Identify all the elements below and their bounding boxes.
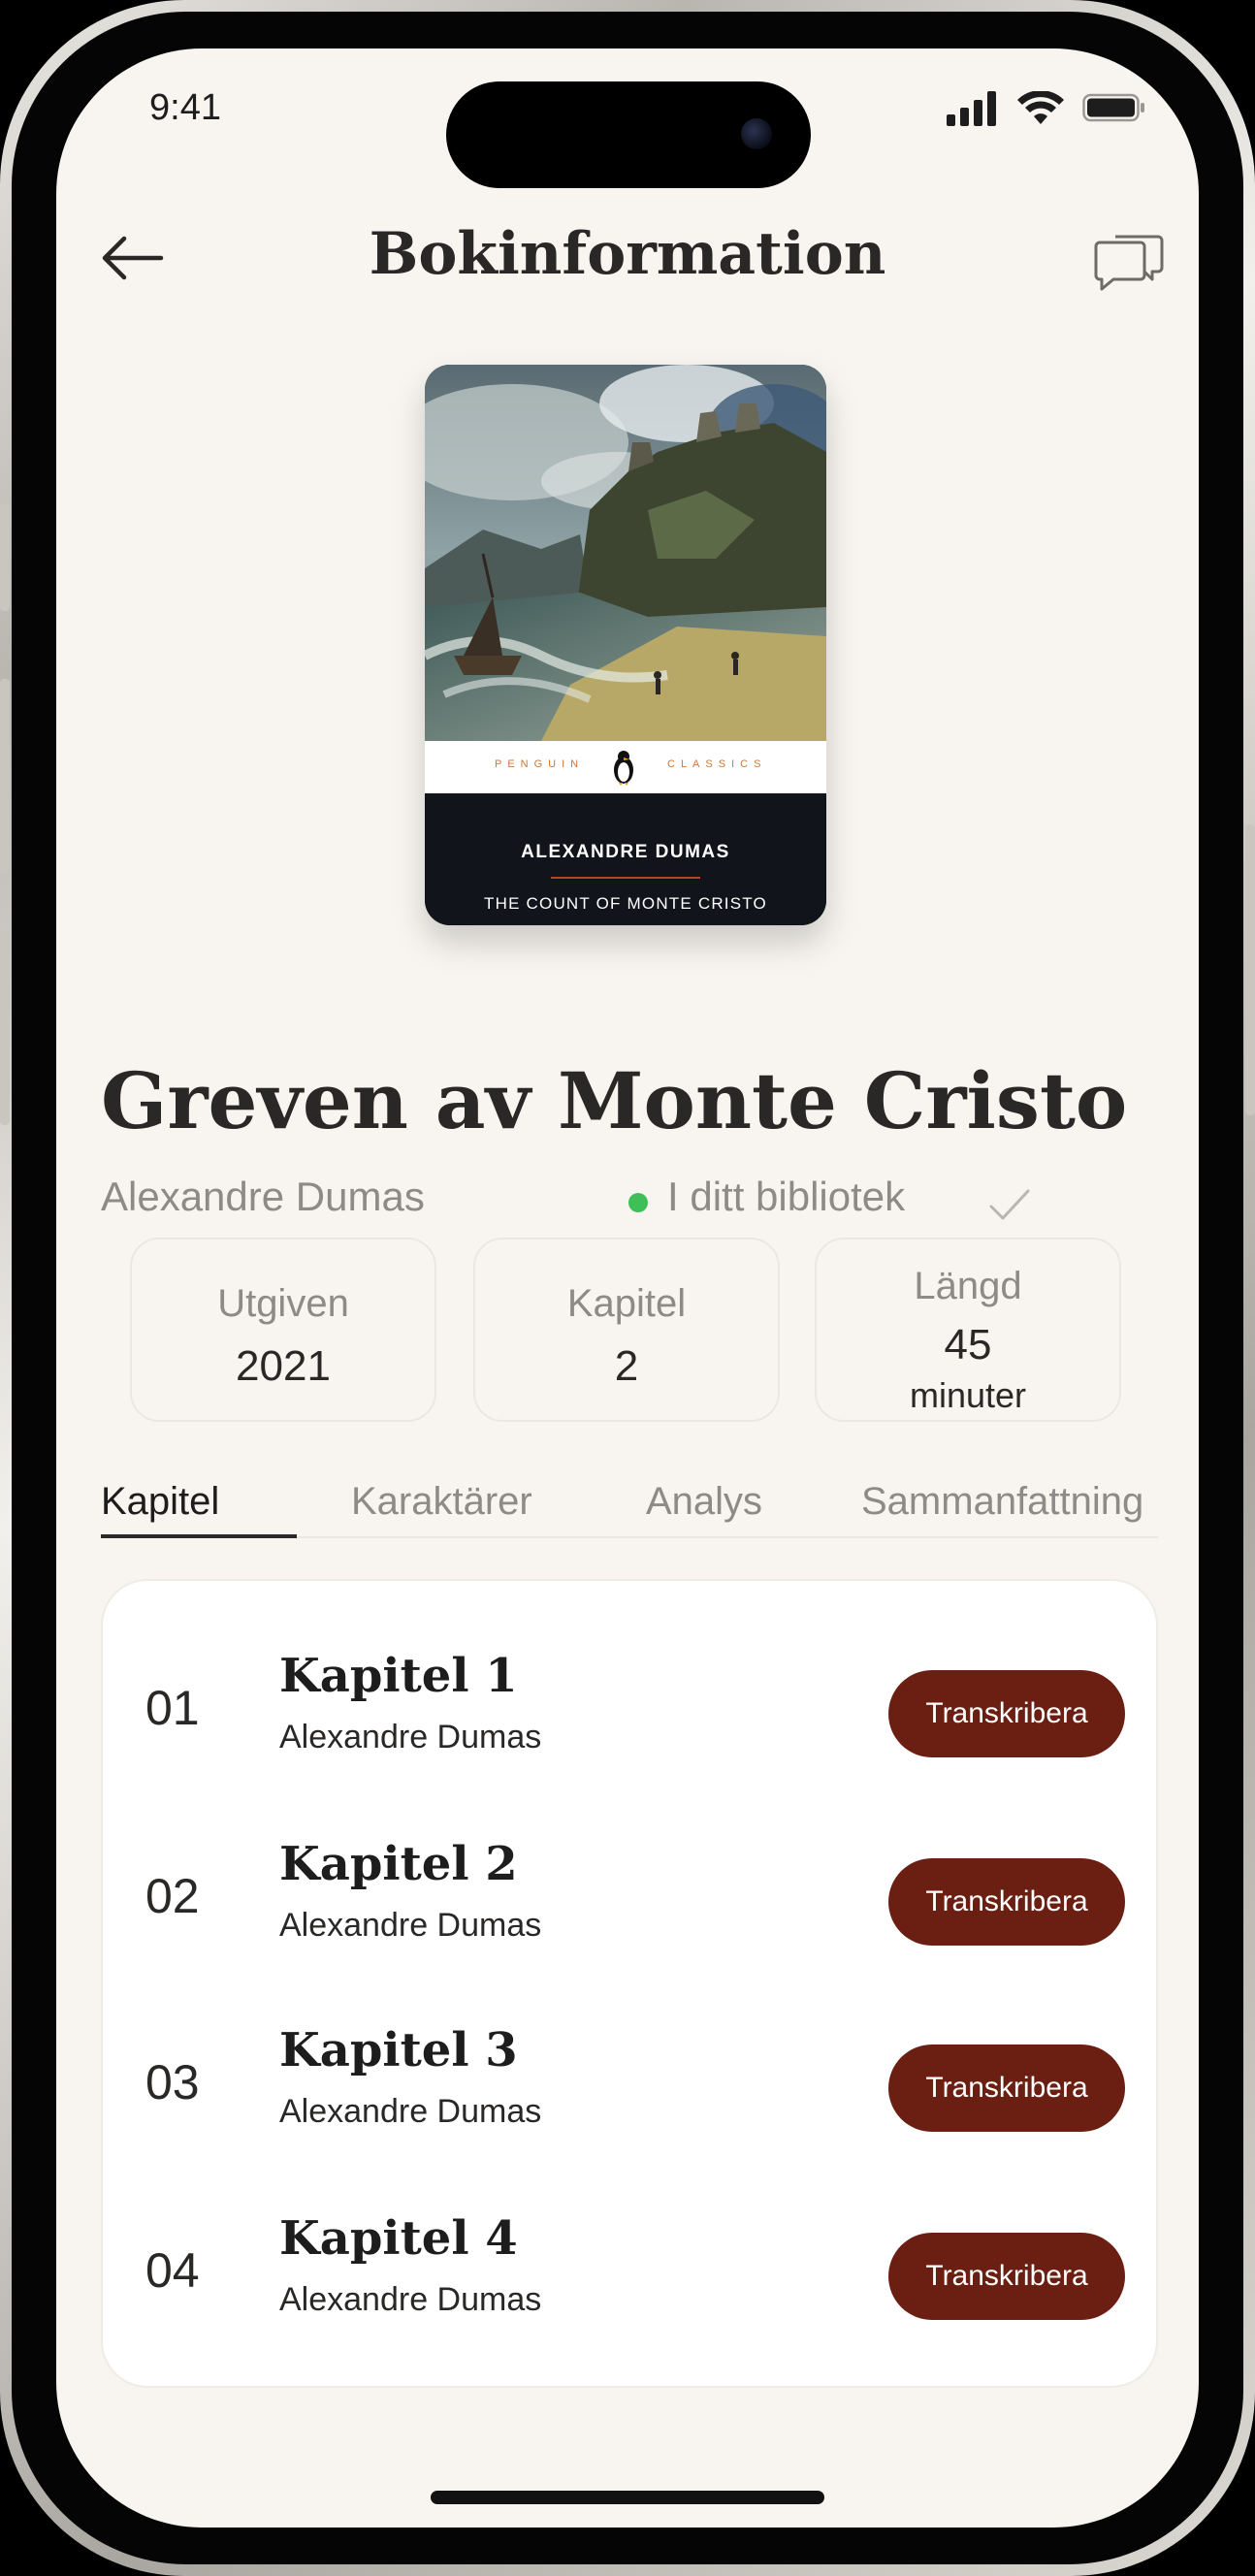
stat-value: 45 <box>944 1321 992 1368</box>
chapter-author: Alexandre Dumas <box>279 2281 542 2318</box>
dynamic-island <box>446 81 811 188</box>
stat-card-chapters: Kapitel 2 <box>473 1238 780 1422</box>
stat-unit: minuter <box>909 1375 1027 1415</box>
chapter-number: 02 <box>145 1869 200 1923</box>
status-icons <box>947 91 1150 130</box>
chapter-number: 03 <box>145 2055 200 2109</box>
stat-label: Kapitel <box>566 1282 687 1325</box>
app-screen: 9:41 Bokinformation PENGUIN CLASSICS ALE… <box>56 48 1199 2528</box>
cover-author: ALEXANDRE DUMAS <box>521 842 730 862</box>
publisher-series: CLASSICS <box>667 758 767 770</box>
book-title: Greven av Monte Cristo <box>101 1055 1128 1146</box>
chat-button[interactable] <box>1090 219 1168 297</box>
stat-value: 2021 <box>236 1342 331 1390</box>
transcribe-button[interactable]: Transkribera <box>888 1858 1125 1946</box>
transcribe-button[interactable]: Transkribera <box>888 1670 1125 1757</box>
chapter-title: Kapitel 3 <box>279 2023 518 2077</box>
chapter-list: 01 Kapitel 1 Alexandre Dumas Transkriber… <box>101 1579 1158 2388</box>
penguin-logo-icon <box>614 751 633 786</box>
book-cover[interactable]: PENGUIN CLASSICS ALEXANDRE DUMAS THE COU… <box>425 365 826 925</box>
cover-painting <box>425 365 826 741</box>
stat-label: Utgiven <box>217 1282 349 1325</box>
cover-divider <box>551 877 700 879</box>
chapter-title: Kapitel 1 <box>279 1649 518 1703</box>
status-dot-icon <box>628 1193 648 1212</box>
library-status-label: I ditt bibliotek <box>667 1174 906 1219</box>
stat-card-length: Längd 45 minuter <box>815 1238 1121 1422</box>
tab-analysis[interactable]: Analys <box>646 1466 762 1536</box>
publisher-band: PENGUIN CLASSICS <box>425 741 826 793</box>
camera-icon <box>741 118 772 149</box>
phone-side-button <box>0 504 10 611</box>
signal-icon <box>947 91 996 126</box>
stat-card-published: Utgiven 2021 <box>130 1238 436 1422</box>
transcribe-button[interactable]: Transkribera <box>888 2233 1125 2320</box>
tab-chapters[interactable]: Kapitel <box>101 1466 219 1536</box>
publisher-name: PENGUIN <box>495 758 585 770</box>
battery-icon <box>1082 93 1144 122</box>
transcribe-button[interactable]: Transkribera <box>888 2045 1125 2132</box>
tab-bar: Kapitel Karaktärer Analys Sammanfattning <box>101 1466 1158 1538</box>
phone-side-button <box>0 931 10 1125</box>
tab-characters[interactable]: Karaktärer <box>351 1466 532 1536</box>
phone-side-button <box>1245 824 1255 1115</box>
chapter-author: Alexandre Dumas <box>279 1719 542 1755</box>
tab-summary[interactable]: Sammanfattning <box>861 1466 1143 1536</box>
library-status: I ditt bibliotek <box>628 1174 1046 1228</box>
chapter-title: Kapitel 4 <box>279 2211 518 2266</box>
active-tab-indicator <box>101 1534 297 1538</box>
stat-label: Längd <box>914 1265 1022 1307</box>
book-author[interactable]: Alexandre Dumas <box>101 1174 425 1220</box>
status-time: 9:41 <box>149 87 221 128</box>
chapter-author: Alexandre Dumas <box>279 2093 542 2130</box>
phone-side-button <box>0 679 10 873</box>
list-item[interactable]: 04 Kapitel 4 Alexandre Dumas Transkriber… <box>103 2194 1160 2339</box>
list-item[interactable]: 02 Kapitel 2 Alexandre Dumas Transkriber… <box>103 1819 1160 1965</box>
chat-bubbles-icon <box>1094 235 1164 291</box>
stat-value: 2 <box>614 1342 639 1390</box>
list-item[interactable]: 01 Kapitel 1 Alexandre Dumas Transkriber… <box>103 1631 1160 1777</box>
wifi-icon <box>1017 91 1064 124</box>
chapter-author: Alexandre Dumas <box>279 1907 542 1944</box>
page-title: Bokinformation <box>369 220 886 288</box>
checkmark-icon <box>989 1189 1030 1220</box>
chapter-number: 04 <box>145 2243 200 2298</box>
list-item[interactable]: 03 Kapitel 3 Alexandre Dumas Transkriber… <box>103 2006 1160 2151</box>
chapter-number: 01 <box>145 1681 200 1735</box>
cover-title: THE COUNT OF MONTE CRISTO <box>484 894 767 913</box>
home-indicator[interactable] <box>431 2491 824 2504</box>
chapter-title: Kapitel 2 <box>279 1837 518 1891</box>
